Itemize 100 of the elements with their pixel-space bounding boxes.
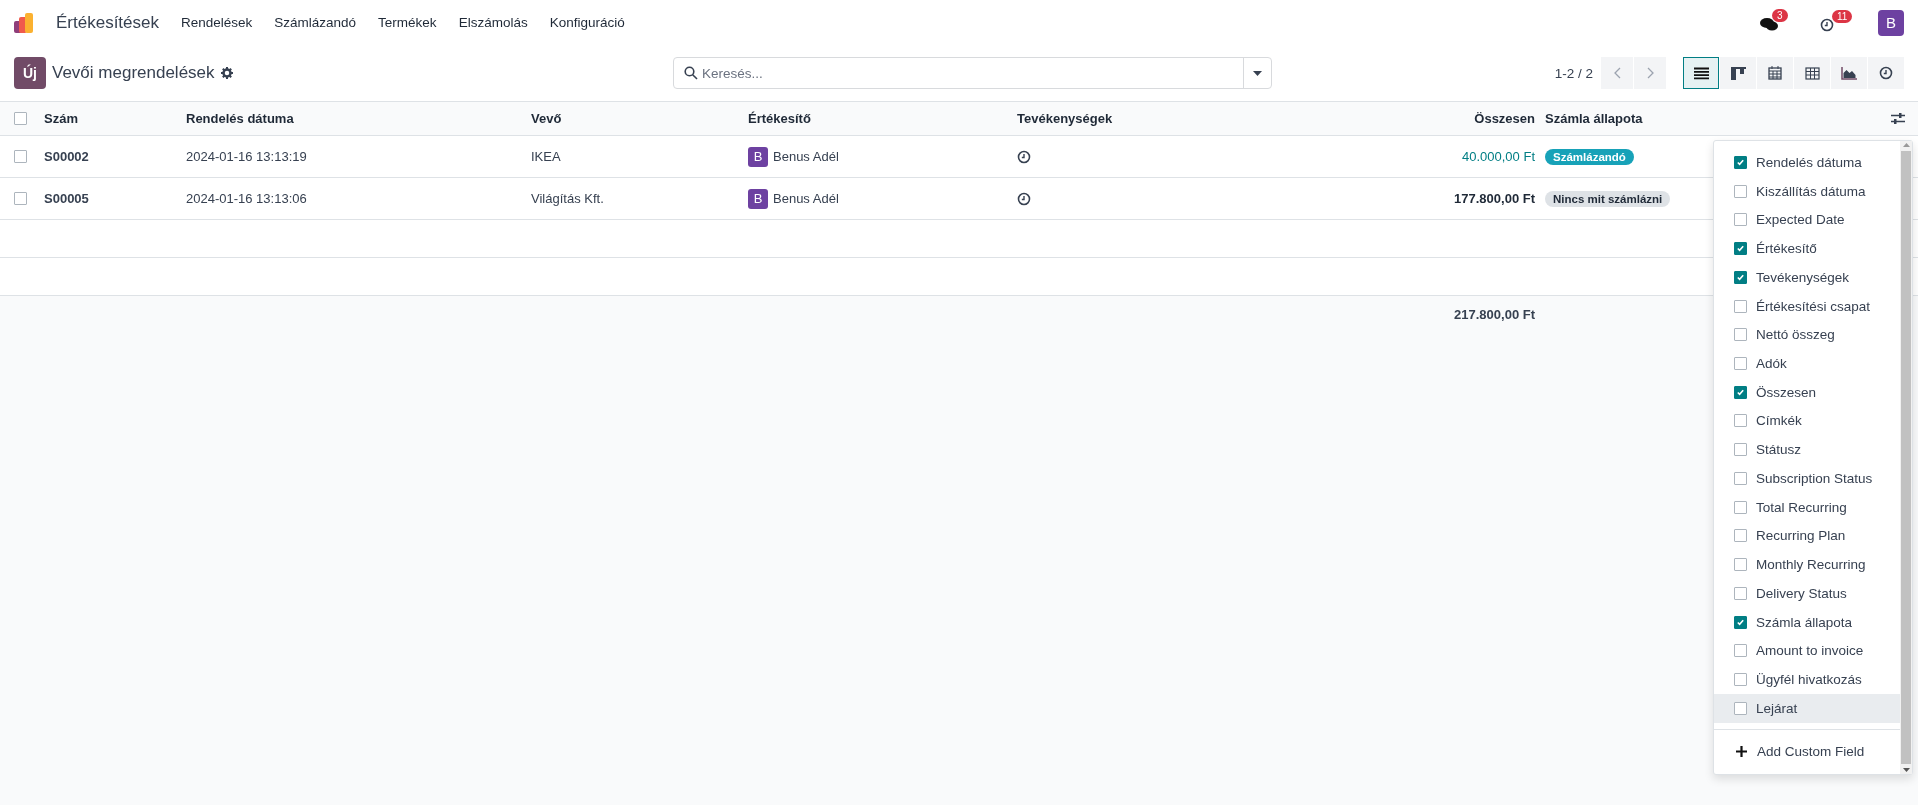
option-checkbox[interactable] [1734, 673, 1747, 687]
column-header[interactable]: Számla állapota [1535, 111, 1878, 126]
option-checkbox[interactable] [1734, 155, 1747, 169]
sliders-icon[interactable] [1891, 112, 1905, 125]
view-button[interactable] [1831, 57, 1867, 89]
kanban-icon [1730, 66, 1746, 80]
option-checkbox[interactable] [1734, 184, 1747, 198]
column-option[interactable]: Ügyfél hivatkozás [1714, 665, 1900, 694]
option-label: Lejárat [1756, 700, 1798, 716]
menu-item[interactable]: Termékek [378, 15, 437, 30]
option-checkbox[interactable] [1734, 213, 1747, 227]
view-button[interactable] [1794, 57, 1830, 89]
avatar-initial: B [748, 188, 768, 209]
select-all-checkbox[interactable] [14, 112, 27, 125]
table-icon [1804, 66, 1820, 80]
area-chart-icon [1841, 66, 1857, 80]
option-checkbox[interactable] [1734, 529, 1747, 543]
option-label: Ügyfél hivatkozás [1756, 672, 1862, 688]
column-option[interactable]: Amount to invoice [1714, 636, 1900, 666]
option-checkbox[interactable] [1734, 357, 1747, 370]
table-cell-text: 40.000,00 Ft [1461, 149, 1535, 164]
option-checkbox[interactable] [1734, 414, 1747, 428]
calendar-icon [1768, 66, 1782, 80]
page-title: Vevői megrendelések [52, 63, 215, 83]
column-option[interactable]: Expected Date [1714, 205, 1900, 235]
message-count: 3 [1772, 9, 1788, 22]
row-checkbox[interactable] [14, 150, 27, 163]
table-cell-text: S00002 [44, 149, 90, 164]
column-header[interactable]: Tevékenységek [1017, 111, 1317, 126]
view-button[interactable] [1683, 57, 1719, 89]
pager-value: 1-2 / 2 [1554, 65, 1593, 81]
column-option[interactable]: Lejárat [1714, 693, 1900, 723]
search-icon [684, 66, 698, 80]
column-header[interactable]: Rendelés dátuma [186, 111, 531, 126]
check-icon [1736, 617, 1745, 627]
column-header[interactable]: Összesen [1317, 111, 1535, 126]
column-option[interactable]: Subscription Status [1714, 464, 1900, 493]
option-label: Rendelés dátuma [1756, 154, 1862, 170]
table-cell-text: S00005 [44, 191, 90, 206]
option-checkbox[interactable] [1734, 385, 1747, 399]
option-checkbox[interactable] [1734, 615, 1747, 629]
option-checkbox[interactable] [1734, 299, 1747, 313]
option-label: Nettó összeg [1756, 327, 1835, 343]
column-option[interactable]: Összesen [1714, 377, 1900, 407]
table-cell-text: 177.800,00 Ft [1453, 191, 1535, 206]
column-option[interactable]: Státusz [1714, 435, 1900, 465]
view-button[interactable] [1868, 57, 1904, 89]
search-box[interactable]: Keresés... [673, 57, 1272, 89]
column-option[interactable]: Értékesítő [1714, 234, 1900, 263]
option-checkbox[interactable] [1734, 328, 1747, 342]
settings-icon[interactable] [220, 67, 233, 79]
total-sum: 217.800,00 Ft [1453, 306, 1535, 322]
option-checkbox[interactable] [1734, 558, 1747, 572]
column-option[interactable]: Delivery Status [1714, 579, 1900, 608]
column-header[interactable]: Értékesítő [748, 111, 1017, 126]
clock-icon [1879, 66, 1893, 80]
menu-item[interactable]: Rendelések [181, 15, 253, 30]
option-label: Értékesítési csapat [1756, 298, 1871, 314]
activities-button[interactable]: 11 [1816, 9, 1850, 36]
messages-button[interactable]: 3 [1756, 9, 1794, 36]
column-option[interactable]: Adók [1714, 349, 1900, 378]
option-checkbox[interactable] [1734, 500, 1747, 514]
column-option[interactable]: Monthly Recurring [1714, 550, 1900, 579]
avatar-initial: B [748, 146, 768, 167]
table-cell-text: 2024-01-16 13:13:19 [186, 149, 308, 164]
chevron-right-icon [1646, 67, 1654, 79]
row-checkbox[interactable] [14, 192, 27, 205]
option-checkbox[interactable] [1734, 471, 1747, 485]
option-checkbox[interactable] [1734, 443, 1747, 457]
option-checkbox[interactable] [1734, 586, 1747, 600]
column-option[interactable]: Total Recurring [1714, 492, 1900, 522]
column-option[interactable]: Recurring Plan [1714, 521, 1900, 551]
check-icon [1736, 157, 1745, 167]
column-option[interactable]: Rendelés dátuma [1714, 148, 1900, 177]
next-button[interactable] [1634, 57, 1666, 89]
column-option[interactable]: Értékesítési csapat [1714, 291, 1900, 321]
column-option[interactable]: Számla állapota [1714, 607, 1900, 637]
column-option[interactable]: Kiszállítás dátuma [1714, 176, 1900, 206]
option-checkbox[interactable] [1734, 270, 1747, 284]
column-header[interactable]: Szám [44, 111, 186, 126]
view-button[interactable] [1720, 57, 1756, 89]
column-option[interactable]: Címkék [1714, 406, 1900, 436]
column-option[interactable]: Tevékenységek [1714, 262, 1900, 292]
clock-icon [1017, 149, 1031, 164]
scroll-up-icon[interactable] [1902, 143, 1910, 147]
scrollbar[interactable] [1900, 141, 1912, 774]
user-avatar[interactable]: B [1878, 9, 1904, 36]
new-button[interactable]: Új [14, 57, 46, 89]
option-checkbox[interactable] [1734, 242, 1747, 256]
menu-item[interactable]: Elszámolás [458, 15, 528, 30]
scroll-down-icon[interactable] [1902, 768, 1910, 772]
option-label: Címkék [1756, 413, 1802, 429]
previous-button[interactable] [1601, 57, 1633, 89]
menu-item[interactable]: Konfiguráció [549, 15, 625, 30]
column-option[interactable]: Nettó összeg [1714, 320, 1900, 350]
option-checkbox[interactable] [1734, 701, 1747, 715]
option-label: Kiszállítás dátuma [1756, 183, 1866, 199]
column-header[interactable]: Vevő [531, 111, 748, 126]
menu-item[interactable]: Számlázandó [274, 15, 357, 30]
option-checkbox[interactable] [1734, 644, 1747, 658]
